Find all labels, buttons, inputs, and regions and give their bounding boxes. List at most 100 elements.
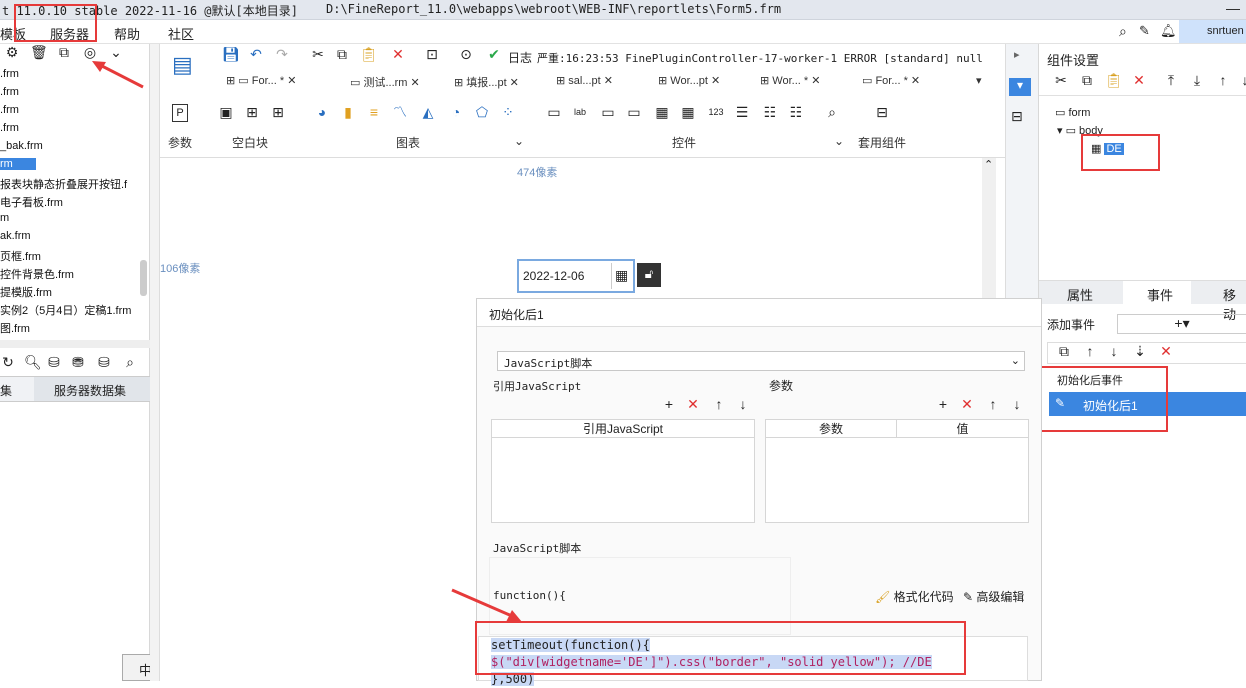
list-item[interactable]: 提模版.frm — [0, 284, 52, 300]
move-down-icon[interactable]: ↓ — [1106, 343, 1122, 359]
preview-text-icon[interactable]: ⊡ — [424, 46, 440, 62]
param-icon[interactable]: P — [172, 104, 188, 122]
tab-form5[interactable]: ⊞ ▭ For... * ✕ — [226, 74, 296, 87]
unlock-icon[interactable]: 🔓︎ — [637, 263, 661, 287]
edit-note-icon[interactable]: ✎ — [1139, 23, 1150, 39]
delete-icon[interactable]: ✕ — [685, 396, 701, 412]
list-item[interactable]: .frm — [0, 122, 19, 134]
tab-properties[interactable]: 属性 — [1067, 285, 1093, 304]
add-icon[interactable]: + — [661, 396, 677, 412]
list-item[interactable]: 电子看板.frm — [0, 194, 63, 210]
preview-icon[interactable]: 🔍︎ — [24, 354, 42, 370]
add-icon[interactable]: + — [935, 396, 951, 412]
undo-icon[interactable]: ↶ — [248, 46, 264, 62]
ref-js-table[interactable]: 引用JavaScript — [491, 419, 755, 523]
preset-widget-icon[interactable]: ⊟ — [874, 104, 890, 120]
list-widget-icon[interactable]: ☷ — [762, 104, 778, 120]
delete-icon[interactable]: ✕ — [1131, 72, 1147, 88]
dataset-icon[interactable]: ⛃ — [70, 354, 86, 370]
list-item[interactable]: 报表块静态折叠展开按钮.f — [0, 176, 127, 192]
trash-icon[interactable]: 🗑︎ — [30, 44, 48, 60]
tree-node-form[interactable]: ▭ form — [1055, 106, 1090, 119]
move-down-icon[interactable]: ↓ — [735, 396, 751, 412]
chevron-right-icon[interactable]: ▸ — [1014, 48, 1020, 61]
menu-help[interactable]: 帮助 — [114, 24, 140, 43]
sort-icon[interactable]: ⇣ — [1132, 343, 1148, 359]
delete-icon[interactable]: ✕ — [1158, 343, 1174, 359]
move-up-icon[interactable]: ↑ — [711, 396, 727, 412]
combo-icon[interactable]: ▭ — [626, 104, 642, 120]
list-item[interactable]: 图.frm — [0, 320, 30, 336]
block-icon[interactable]: ▣ — [218, 104, 234, 120]
table-block-icon[interactable]: ⊞ — [270, 104, 286, 120]
collapse-icon[interactable]: ⌄ — [108, 44, 124, 60]
copy-icon[interactable]: ⧉ — [1079, 72, 1095, 88]
tab-events[interactable]: 事件 — [1147, 285, 1173, 304]
duplicate-icon[interactable]: ⧉ — [56, 44, 72, 60]
cut-icon[interactable]: ✂ — [1053, 72, 1069, 88]
widget-settings-icon[interactable]: ▾ — [1009, 78, 1031, 96]
list-item[interactable]: 页框.frm — [0, 248, 41, 264]
line-chart-icon[interactable]: 〽 — [392, 104, 408, 120]
button-widget-icon[interactable]: ▭ — [600, 104, 616, 120]
panel-splitter[interactable] — [0, 340, 150, 348]
radar-chart-icon[interactable]: ⬠ — [474, 104, 490, 120]
locate-icon[interactable]: ◎ — [82, 44, 98, 60]
list-item[interactable]: .frm — [0, 68, 19, 80]
tab-menu-icon[interactable]: ▾ — [976, 74, 982, 87]
add-event-button[interactable]: +▾ — [1117, 314, 1246, 334]
query-widget-icon[interactable]: ⌕ — [824, 104, 840, 120]
minimize-icon[interactable]: — — [1226, 0, 1240, 16]
paste-icon[interactable]: 📋︎ — [360, 46, 378, 62]
tab-wor1[interactable]: ⊞ Wor...pt ✕ — [658, 74, 720, 87]
tab-wor2[interactable]: ⊞ Wor... * ✕ — [760, 74, 820, 87]
search-icon[interactable]: ⌕ — [1119, 23, 1127, 40]
hbar-chart-icon[interactable]: ≡ — [366, 104, 382, 120]
date-widget-icon[interactable]: ▦ — [654, 104, 670, 120]
copy-icon[interactable]: ⧉ — [1056, 343, 1072, 359]
save-icon[interactable]: 💾︎ — [222, 46, 240, 62]
menu-community[interactable]: 社区 — [168, 24, 194, 43]
database-icon[interactable]: ⛁ — [96, 354, 112, 370]
move-down-icon[interactable]: ↓ — [1009, 396, 1025, 412]
tab-sal[interactable]: ⊞ sal...pt ✕ — [556, 74, 613, 87]
chevron-down-icon[interactable]: ⌄ — [514, 134, 524, 148]
textbox-icon[interactable]: ▭ — [546, 104, 562, 120]
params-table[interactable]: 参数 值 — [765, 419, 1029, 523]
area-chart-icon[interactable]: ◭ — [420, 104, 436, 120]
datetime-icon[interactable]: ▦ — [680, 104, 696, 120]
move-up-icon[interactable]: ↑ — [1215, 72, 1231, 88]
chevron-up-icon[interactable]: ⌃ — [984, 158, 993, 171]
check-icon[interactable]: ✔ — [486, 46, 502, 62]
copy-icon[interactable]: ⧉ — [334, 46, 350, 62]
list-item[interactable]: .frm — [0, 104, 19, 116]
move-down-icon[interactable]: ↓ — [1237, 72, 1246, 88]
chevron-down-icon[interactable]: ⌄ — [834, 134, 844, 148]
grid-block-icon[interactable]: ⊞ — [244, 104, 260, 120]
paste-icon[interactable]: 📋︎ — [1105, 72, 1123, 88]
list-item[interactable]: .frm — [0, 86, 19, 98]
list-item[interactable]: m — [0, 212, 9, 224]
tab-fill[interactable]: ⊞ 填报...pt ✕ — [454, 74, 519, 90]
number-icon[interactable]: 123 — [708, 104, 724, 120]
refresh-icon[interactable]: ↻ — [0, 354, 16, 370]
zoom-icon[interactable]: ⊙ — [458, 46, 474, 62]
gauge-chart-icon[interactable]: ◔ — [448, 104, 464, 120]
redo-icon[interactable]: ↷ — [274, 46, 290, 62]
script-type-select[interactable]: JavaScript脚本 ⌄ — [497, 351, 1025, 371]
settings-icon[interactable]: ⚙ — [4, 44, 20, 60]
search-icon[interactable]: ⌕ — [122, 354, 138, 370]
file-list-scrollbar[interactable] — [140, 260, 147, 296]
list-item[interactable]: 控件背景色.frm — [0, 266, 74, 282]
advanced-edit-button[interactable]: ✎ 高级编辑 — [963, 588, 1024, 605]
tab-template-dataset[interactable]: 集 — [0, 382, 12, 399]
list-item[interactable]: ak.frm — [0, 230, 31, 242]
list-item[interactable]: 实例2（5月4日）定稿1.frm — [0, 302, 131, 318]
bar-chart-icon[interactable]: ▮ — [340, 104, 356, 120]
move-bottom-icon[interactable]: ⤓ — [1189, 72, 1205, 88]
scatter-chart-icon[interactable]: ⁘ — [500, 104, 516, 120]
user-badge[interactable]: snrtuen — [1179, 20, 1246, 43]
delete-icon[interactable]: ✕ — [959, 396, 975, 412]
cut-icon[interactable]: ✂ — [310, 46, 326, 62]
dataset-edit-icon[interactable]: ⛁ — [46, 354, 62, 370]
